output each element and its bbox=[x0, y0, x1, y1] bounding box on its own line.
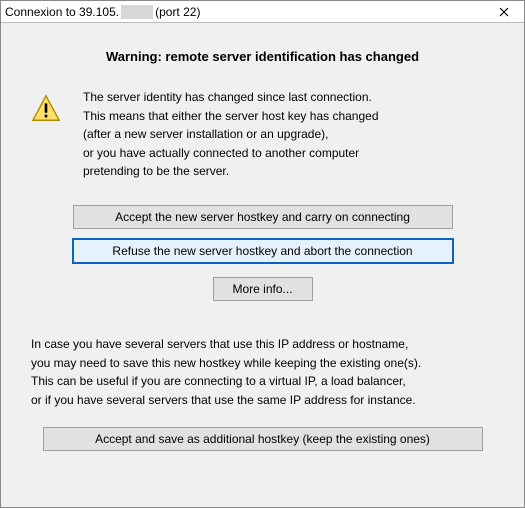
more-info-button[interactable]: More info... bbox=[213, 277, 313, 301]
note-line-2: you may need to save this new hostkey wh… bbox=[31, 356, 421, 370]
message-row: The server identity has changed since la… bbox=[31, 88, 494, 181]
note-line-4: or if you have several servers that use … bbox=[31, 393, 416, 407]
msg-line-2: This means that either the server host k… bbox=[83, 109, 379, 123]
save-additional-button[interactable]: Accept and save as additional hostkey (k… bbox=[43, 427, 483, 451]
close-icon bbox=[499, 7, 509, 17]
title-ip-redacted bbox=[121, 5, 153, 19]
accept-button[interactable]: Accept the new server hostkey and carry … bbox=[73, 205, 453, 229]
msg-line-1: The server identity has changed since la… bbox=[83, 90, 372, 104]
dialog-window: Connexion to 39.105. (port 22) Warning: … bbox=[0, 0, 525, 508]
message-text: The server identity has changed since la… bbox=[83, 88, 379, 181]
msg-line-5: pretending to be the server. bbox=[83, 164, 229, 178]
note-line-1: In case you have several servers that us… bbox=[31, 337, 408, 351]
title-prefix: Connexion to 39.105. bbox=[5, 5, 119, 19]
dialog-content: Warning: remote server identification ha… bbox=[1, 23, 524, 507]
msg-line-3: (after a new server installation or an u… bbox=[83, 127, 328, 141]
titlebar: Connexion to 39.105. (port 22) bbox=[1, 1, 524, 23]
warning-heading: Warning: remote server identification ha… bbox=[31, 49, 494, 64]
note-line-3: This can be useful if you are connecting… bbox=[31, 374, 406, 388]
note-text: In case you have several servers that us… bbox=[31, 335, 494, 409]
refuse-button[interactable]: Refuse the new server hostkey and abort … bbox=[73, 239, 453, 263]
title-suffix: (port 22) bbox=[155, 5, 200, 19]
msg-line-4: or you have actually connected to anothe… bbox=[83, 146, 359, 160]
close-button[interactable] bbox=[484, 1, 524, 22]
warning-icon bbox=[31, 94, 61, 124]
